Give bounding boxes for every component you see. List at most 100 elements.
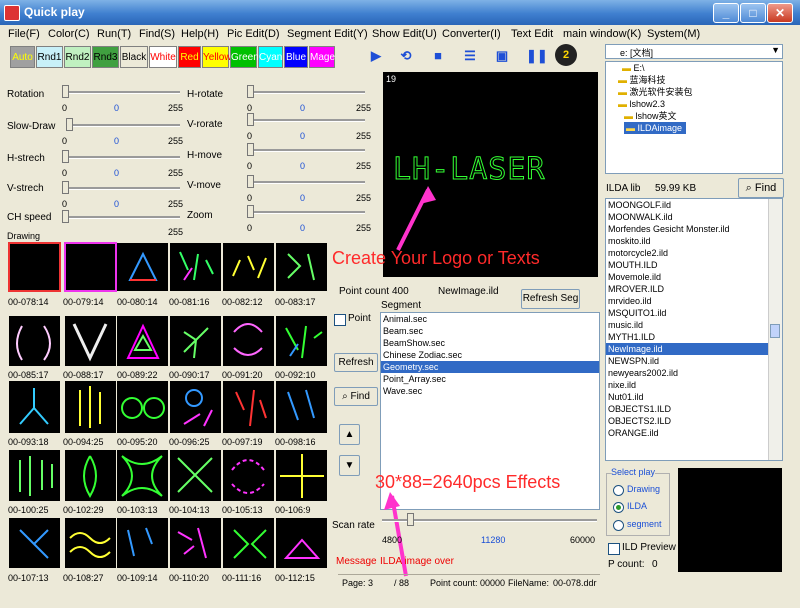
menu-system[interactable]: System(M) xyxy=(647,28,700,40)
thumbnail[interactable] xyxy=(223,243,274,291)
slider-thumb[interactable] xyxy=(62,150,69,163)
up-arrow-button[interactable]: ▲ xyxy=(339,424,360,445)
slider-thumb[interactable] xyxy=(62,210,69,223)
slider-thumb[interactable] xyxy=(62,181,69,194)
tree-item[interactable]: ▬ lshow英文 xyxy=(606,110,782,122)
ilda-file-list[interactable]: MOONGOLF.ild MOONWALK.ild Morfendes Gesi… xyxy=(605,198,783,461)
file-item[interactable]: music.ild xyxy=(606,319,782,331)
thumbnail[interactable] xyxy=(64,242,117,292)
slider-thumb[interactable] xyxy=(247,143,254,156)
slider-track[interactable] xyxy=(66,124,180,127)
list-icon[interactable]: ☰ xyxy=(462,48,478,64)
file-item[interactable]: moskito.ild xyxy=(606,235,782,247)
segment-item[interactable]: Point_Array.sec xyxy=(381,373,599,385)
close-button[interactable]: ✕ xyxy=(767,3,793,23)
color-red[interactable]: Red xyxy=(178,46,201,68)
file-item[interactable]: newyears2002.ild xyxy=(606,367,782,379)
segment-item[interactable]: Wave.sec xyxy=(381,385,599,397)
color-blue[interactable]: Blue xyxy=(284,46,308,68)
file-item[interactable]: MSQUITO1.ild xyxy=(606,307,782,319)
down-arrow-button[interactable]: ▼ xyxy=(339,455,360,476)
thumbnail[interactable] xyxy=(223,450,274,501)
radio-segment[interactable] xyxy=(613,520,624,531)
slider-track[interactable] xyxy=(247,149,365,152)
scan-rate-track[interactable] xyxy=(382,519,597,522)
drive-select[interactable]: e: [文档] ▼ xyxy=(605,44,783,59)
color-green[interactable]: Green xyxy=(230,46,259,68)
slider-thumb[interactable] xyxy=(247,85,254,98)
slider-thumb[interactable] xyxy=(247,113,254,126)
file-item[interactable]: MYTH1.ILD xyxy=(606,331,782,343)
menu-pic-edit[interactable]: Pic Edit(D) xyxy=(227,28,280,40)
tree-item[interactable]: ▬ lshow2.3 xyxy=(606,98,782,110)
menu-text-edit[interactable]: Text Edit xyxy=(511,28,553,40)
file-item[interactable]: OBJECTS1.ILD xyxy=(606,403,782,415)
tree-item[interactable]: ▬ 蓝海科技 xyxy=(606,74,782,86)
color-white[interactable]: White xyxy=(149,46,177,68)
slider-track[interactable] xyxy=(247,91,365,94)
file-item[interactable]: ORANGE.ild xyxy=(606,427,782,439)
file-item[interactable]: nixe.ild xyxy=(606,379,782,391)
segment-item[interactable]: Animal.sec xyxy=(381,313,599,325)
menu-find[interactable]: Find(S) xyxy=(139,28,175,40)
slider-track[interactable] xyxy=(247,181,365,184)
tree-item[interactable]: ▬ 激光软件安装包 xyxy=(606,86,782,98)
slider-track[interactable] xyxy=(62,187,180,190)
stop-icon[interactable]: ■ xyxy=(430,48,446,64)
color-cyan[interactable]: Cyan xyxy=(258,46,283,68)
segment-item[interactable]: Chinese Zodiac.sec xyxy=(381,349,599,361)
color-rnd2[interactable]: Rnd2 xyxy=(64,46,91,68)
thumbnail[interactable] xyxy=(223,518,274,568)
folder-tree[interactable]: ▬ E:\ ▬ 蓝海科技 ▬ 激光软件安装包 ▬ lshow2.3 ▬ lsho… xyxy=(605,61,783,174)
file-item[interactable]: MOONWALK.ild xyxy=(606,211,782,223)
thumbnail[interactable] xyxy=(117,243,168,291)
color-rnd3[interactable]: Rnd3 xyxy=(92,46,119,68)
color-mage[interactable]: Mage xyxy=(309,46,335,68)
slider-track[interactable] xyxy=(62,91,180,94)
file-item[interactable]: Nut01.ild xyxy=(606,391,782,403)
menu-segment-edit[interactable]: Segment Edit(Y) xyxy=(287,28,368,40)
file-item[interactable]: Morfendes Gesicht Monster.ild xyxy=(606,223,782,235)
tree-item[interactable]: ▬ E:\ xyxy=(606,62,782,74)
slider-track[interactable] xyxy=(247,211,365,214)
file-item[interactable]: MOONGOLF.ild xyxy=(606,199,782,211)
thumbnail[interactable] xyxy=(8,242,61,292)
radio-ilda[interactable] xyxy=(613,502,624,513)
slider-thumb[interactable] xyxy=(62,85,69,98)
tree-item-selected[interactable]: ▬ ILDAimage xyxy=(624,122,686,134)
menu-run[interactable]: Run(T) xyxy=(97,28,131,40)
refresh-button[interactable]: Refresh xyxy=(334,353,378,372)
slider-track[interactable] xyxy=(62,216,180,219)
slider-track[interactable] xyxy=(247,119,365,122)
file-list-scrollbar[interactable] xyxy=(768,199,782,460)
thumbnail[interactable] xyxy=(65,518,116,568)
menu-file[interactable]: File(F) xyxy=(8,28,40,40)
file-item[interactable]: OBJECTS2.ILD xyxy=(606,415,782,427)
thumbnail[interactable] xyxy=(223,381,274,433)
thumbnail[interactable] xyxy=(170,518,221,568)
frame-icon[interactable]: ▣ xyxy=(494,48,510,64)
menu-show-edit[interactable]: Show Edit(U) xyxy=(372,28,437,40)
menu-help[interactable]: Help(H) xyxy=(181,28,219,40)
speed-icon[interactable]: 2 xyxy=(555,44,577,66)
file-item[interactable]: MOUTH.ILD xyxy=(606,259,782,271)
color-yellow[interactable]: Yellow xyxy=(202,46,232,68)
refresh-seg-button[interactable]: Refresh Seg xyxy=(521,289,580,309)
color-auto[interactable]: Auto xyxy=(10,46,35,68)
ild-preview-checkbox[interactable] xyxy=(608,543,620,555)
pause-icon[interactable]: ❚❚ xyxy=(526,48,548,64)
find-segment-button[interactable]: ⌕ Find xyxy=(334,387,378,406)
menu-main-window[interactable]: main window(K) xyxy=(563,28,641,40)
slider-thumb[interactable] xyxy=(66,118,73,131)
scan-rate-thumb[interactable] xyxy=(407,513,414,526)
find-file-button[interactable]: ⌕ Find xyxy=(738,178,784,198)
segment-item[interactable]: Beam.sec xyxy=(381,325,599,337)
thumbnail[interactable] xyxy=(276,518,327,568)
file-item[interactable]: NEWSPN.ild xyxy=(606,355,782,367)
thumbnail[interactable] xyxy=(170,381,221,433)
thumbnail[interactable] xyxy=(117,518,168,568)
thumbnail[interactable] xyxy=(276,243,327,291)
color-black[interactable]: Black xyxy=(120,46,148,68)
slider-track[interactable] xyxy=(62,156,180,159)
thumbnail[interactable] xyxy=(276,316,327,366)
